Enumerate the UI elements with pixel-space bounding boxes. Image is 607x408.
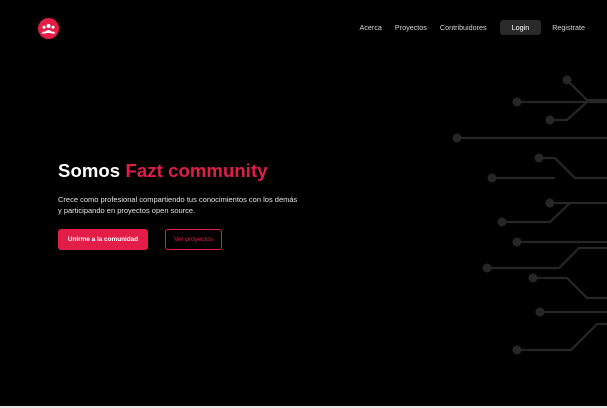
- nav-item-proyectos[interactable]: Proyectos: [395, 23, 427, 32]
- community-logo-icon[interactable]: [38, 18, 59, 39]
- view-projects-button[interactable]: Ver proyectos: [165, 229, 222, 250]
- hero-title-accent: Fazt community: [125, 160, 268, 181]
- nav-item-contribuidores[interactable]: Contribuidores: [440, 23, 487, 32]
- nav-item-acerca[interactable]: Acerca: [360, 23, 382, 32]
- circuit-lines-icon: [452, 75, 607, 355]
- join-community-button[interactable]: Unirme a la comunidad: [58, 229, 148, 250]
- top-nav: Acerca Proyectos Contribuidores Login Re…: [360, 20, 607, 35]
- hero-section: Somos Fazt community Crece como profesio…: [58, 160, 318, 250]
- login-button[interactable]: Login: [499, 20, 542, 35]
- hero-actions: Unirme a la comunidad Ver proyectos: [58, 229, 222, 250]
- hero-title: Somos Fazt community: [58, 160, 318, 182]
- hero-description: Crece como profesional compartiendo tus …: [58, 195, 298, 215]
- register-link[interactable]: Registrate: [552, 23, 585, 32]
- hero-title-prefix: Somos: [58, 160, 121, 181]
